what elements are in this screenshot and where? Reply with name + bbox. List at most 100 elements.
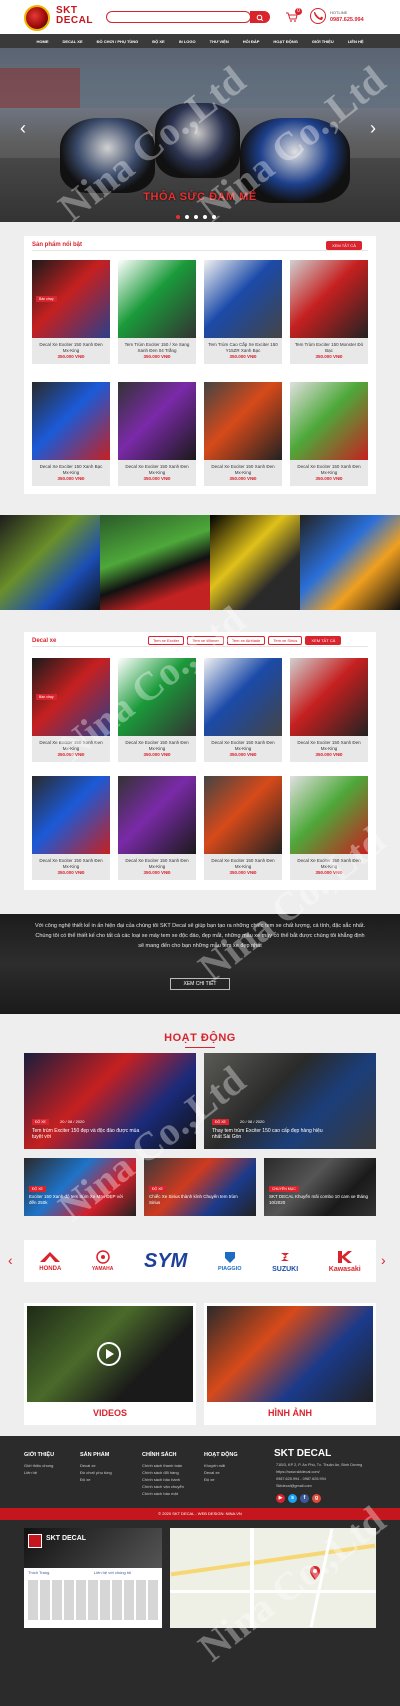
product-image[interactable] [204, 382, 282, 460]
product-card[interactable]: Bán chạy Decal Xe Exciter 150 Xanh Đen Mx… [32, 658, 110, 762]
product-image[interactable] [204, 658, 282, 736]
nav-hoi-dap[interactable]: HỎI ĐÁP [236, 39, 267, 44]
footer-link[interactable]: Độ xe [204, 1476, 225, 1483]
search-button[interactable] [250, 11, 270, 23]
activity-card-3[interactable]: ĐỘ XE Exciter 150 Xanh độ tem trùm Xe Ma… [24, 1158, 136, 1216]
product-card[interactable]: Tem Trùm Exciter 150 / Xe Sang Xanh Đen … [118, 260, 196, 364]
footer-link[interactable]: Chính sách bảo hành [142, 1476, 184, 1483]
footer-link[interactable]: Đồ chơi/ phụ tùng [80, 1469, 112, 1476]
product-image[interactable]: Bán chạy [32, 260, 110, 338]
product-image[interactable] [32, 776, 110, 854]
product-card[interactable]: Decal Xe Exciter 150 Xanh Đen Mx-King 350… [204, 382, 282, 486]
brand-yamaha[interactable]: YAMAHA [92, 1250, 113, 1272]
nav-decal-xe[interactable]: DECAL XE [55, 39, 89, 44]
facebook-icon[interactable]: f [300, 1494, 309, 1503]
nav-thu-vien[interactable]: THƯ VIỆN [203, 39, 236, 44]
footer-link[interactable]: Chính sách bảo mật [142, 1490, 184, 1497]
featured-view-all-button[interactable]: XEM TẤT CẢ [326, 241, 362, 250]
product-name[interactable]: Decal Xe Exciter 150 Xanh Đen Mx-King [32, 338, 110, 354]
banner-next-icon[interactable]: › [370, 118, 376, 139]
google-plus-icon[interactable]: g [312, 1494, 321, 1503]
about-detail-button[interactable]: XEM CHI TIẾT [170, 978, 230, 990]
product-name[interactable]: Decal Xe Exciter 150 Xanh Đen Mx-King [32, 854, 110, 870]
product-name[interactable]: Decal Xe Exciter 150 Xanh Bạc Mx-King [32, 460, 110, 476]
product-image[interactable] [290, 260, 368, 338]
decal-view-all-button[interactable]: XEM TẤT CẢ [305, 636, 342, 645]
footer-email[interactable]: Sktdecal@gmail.com [276, 1483, 396, 1490]
tab-sirius[interactable]: Tem xe Sirius [268, 636, 303, 645]
videos-box[interactable]: VIDEOS [24, 1303, 196, 1425]
product-name[interactable]: Tem Trùm Cao Cấp Xe Exciter 150 Y15ZR Xa… [204, 338, 282, 354]
images-box[interactable]: HÌNH ẢNH [204, 1303, 376, 1425]
product-image[interactable] [204, 776, 282, 854]
hotline-number[interactable]: 0987.625.994 [330, 17, 364, 23]
product-name[interactable]: Decal Xe Exciter 150 Xanh Đen Mx-King [290, 854, 368, 870]
nav-gioi-thieu[interactable]: GIỚI THIỆU [305, 39, 341, 44]
logo-text[interactable]: SKT DECAL [56, 6, 93, 26]
product-image[interactable] [118, 776, 196, 854]
nav-lien-he[interactable]: LIÊN HỆ [341, 39, 371, 44]
footer-website[interactable]: https://www.sktdecal.com/ [276, 1469, 396, 1476]
product-name[interactable]: Decal Xe Exciter 150 Xanh Đen Mx-King [118, 736, 196, 752]
product-name[interactable]: Decal Xe Exciter 150 Xanh Đen Mx-King [204, 460, 282, 476]
footer-link[interactable]: Khuyến mãi [204, 1462, 225, 1469]
product-name[interactable]: Decal Xe Exciter 150 Xanh Đen Mx-King [118, 854, 196, 870]
product-name[interactable]: Decal Xe Exciter 150 Xanh Đen Mx-King [32, 736, 110, 752]
tab-exciter[interactable]: Tem xe Exciter [148, 636, 185, 645]
footer-link[interactable]: Liên hệ [24, 1469, 53, 1476]
youtube-icon[interactable]: ▶ [276, 1494, 285, 1503]
product-name[interactable]: Decal Xe Exciter 150 Xanh Đen Mx-King [204, 736, 282, 752]
nav-do-choi[interactable]: ĐỒ CHƠI / PHỤ TÙNG [90, 39, 146, 44]
product-image[interactable] [32, 382, 110, 460]
brand-suzuki[interactable]: SUZUKI [272, 1250, 298, 1273]
brands-prev-icon[interactable]: ‹ [8, 1252, 13, 1268]
nav-in-logo[interactable]: IN LOGO [172, 39, 203, 44]
footer-link[interactable]: Chính sách đổi hàng [142, 1469, 184, 1476]
activity-card-4[interactable]: ĐỘ XE Chiếc Xe Sirius thành kính Chuyên … [144, 1158, 256, 1216]
product-name[interactable]: Decal Xe Exciter 150 Xanh Đen Mx-King [204, 854, 282, 870]
tab-airblade[interactable]: Tem xe Airblade [226, 636, 266, 645]
activity-card-5[interactable]: CHUYÊN MỤC SKT DECAL Khuyến mãi combo 10… [264, 1158, 376, 1216]
product-card[interactable]: Decal Xe Exciter 150 Xanh Đen Mx-King 350… [32, 776, 110, 880]
product-card[interactable]: Bán chạy Decal Xe Exciter 150 Xanh Đen Mx… [32, 260, 110, 364]
product-name[interactable]: Tem Trùm Exciter 150 Monster Đỏ Bạc [290, 338, 368, 354]
product-name[interactable]: Tem Trùm Exciter 150 / Xe Sang Xanh Đen … [118, 338, 196, 354]
product-card[interactable]: Decal Xe Exciter 150 Xanh Đen Mx-King 350… [118, 658, 196, 762]
tab-winner[interactable]: Tem xe Winner [187, 636, 224, 645]
activity-card-2[interactable]: ĐỘ XE 20 / 08 / 2020 Thay tem trùm Excit… [204, 1053, 376, 1149]
product-card[interactable]: Tem Trùm Exciter 150 Monster Đỏ Bạc 350.0… [290, 260, 368, 364]
footer-link[interactable]: Decal xe [80, 1462, 112, 1469]
banner-dot[interactable] [185, 215, 189, 219]
product-name[interactable]: Decal Xe Exciter 150 Xanh Đen Mx-King [290, 460, 368, 476]
nav-hoat-dong[interactable]: HOẠT ĐỘNG [266, 39, 304, 44]
brand-piaggio[interactable]: PIAGGIO [218, 1250, 241, 1272]
product-card[interactable]: Decal Xe Exciter 150 Xanh Đen Mx-King 350… [118, 382, 196, 486]
fanpage-contact-button[interactable]: Liên hệ với chúng tôi [94, 1570, 131, 1575]
skype-icon[interactable]: s [288, 1494, 297, 1503]
product-image[interactable] [204, 260, 282, 338]
fanpage-widget[interactable]: SKT DECAL Thích Trang Liên hệ với chúng … [24, 1528, 162, 1628]
product-name[interactable]: Decal Xe Exciter 150 Xanh Đen Mx-King [290, 736, 368, 752]
product-name[interactable]: Decal Xe Exciter 150 Xanh Đen Mx-King [118, 460, 196, 476]
product-image[interactable] [118, 382, 196, 460]
nav-home[interactable]: HOME [29, 39, 55, 44]
nav-do-xe[interactable]: ĐỘ XE [145, 39, 171, 44]
map-pin-icon[interactable] [310, 1566, 320, 1580]
logo-icon[interactable] [24, 5, 50, 31]
activity-card-1[interactable]: ĐỘ XE 20 / 08 / 2020 Tem trùm Exciter 15… [24, 1053, 196, 1149]
footer-link[interactable]: Độ xe [80, 1476, 112, 1483]
brand-sym[interactable]: SYM [144, 1250, 187, 1273]
play-icon[interactable] [96, 1341, 122, 1367]
banner-dot[interactable] [176, 215, 180, 219]
footer-link[interactable]: Chính sách thanh toán [142, 1462, 184, 1469]
product-card[interactable]: Decal Xe Exciter 150 Xanh Đen Mx-King 350… [204, 776, 282, 880]
product-card[interactable]: Decal Xe Exciter 150 Xanh Đen Mx-King 350… [118, 776, 196, 880]
product-image[interactable] [290, 382, 368, 460]
search-input[interactable] [106, 11, 251, 23]
product-image[interactable] [290, 658, 368, 736]
banner-dot[interactable] [212, 215, 216, 219]
product-image[interactable] [118, 658, 196, 736]
product-card[interactable]: Decal Xe Exciter 150 Xanh Bạc Mx-King 350… [32, 382, 110, 486]
product-card[interactable]: Decal Xe Exciter 150 Xanh Đen Mx-King 350… [290, 658, 368, 762]
product-card[interactable]: Decal Xe Exciter 150 Xanh Đen Mx-King 350… [204, 658, 282, 762]
